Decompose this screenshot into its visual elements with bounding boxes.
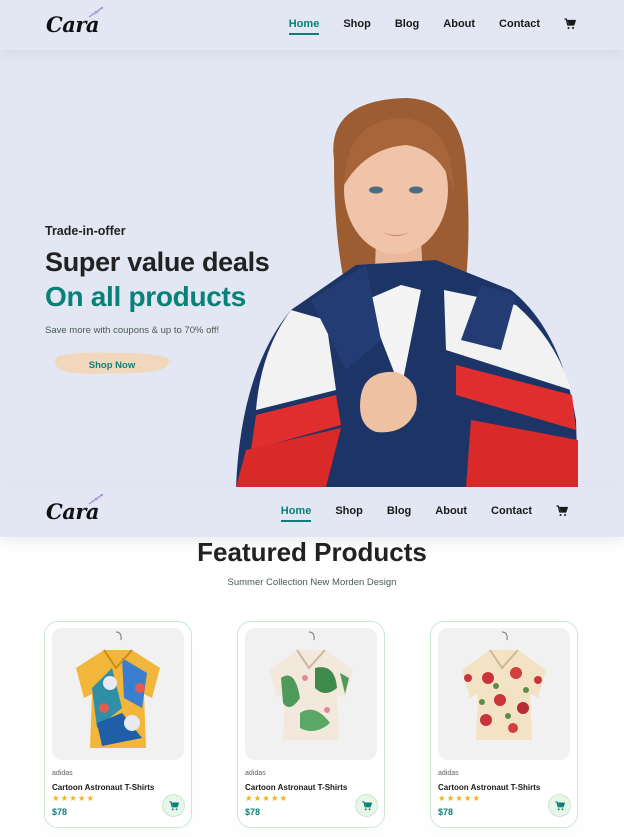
featured-title: Featured Products <box>197 537 427 567</box>
star-rating-icon: ★★★★★ <box>52 793 96 803</box>
product-price: $78 <box>52 807 68 817</box>
logo-sticky[interactable]: Cara <box>46 493 104 524</box>
add-to-cart-button[interactable] <box>548 794 571 817</box>
shop-now-label: Shop Now <box>88 359 136 371</box>
featured-subtitle: Summer Collection New Morden Design <box>227 577 397 588</box>
nav-item-blog[interactable]: Blog <box>395 18 419 30</box>
hero-section: Trade-in-offer Super value deals On all … <box>0 50 624 487</box>
product-name: Cartoon Astronaut T-Shirts <box>245 783 348 792</box>
add-to-cart-button[interactable] <box>162 794 185 817</box>
nav-item-about[interactable]: About <box>435 505 467 517</box>
shopping-cart-icon <box>168 800 179 810</box>
nav-item-contact[interactable]: Contact <box>491 505 532 517</box>
product-name: Cartoon Astronaut T-Shirts <box>52 783 155 792</box>
hero-kicker: Trade-in-offer <box>45 224 126 238</box>
shopping-cart-icon <box>361 800 372 810</box>
star-rating-icon: ★★★★★ <box>245 793 289 803</box>
shopping-cart-icon <box>554 800 565 810</box>
sticky-header: Cara Home Shop Blog About Contact <box>0 487 624 537</box>
nav-item-home[interactable]: Home <box>280 505 311 522</box>
product-card[interactable]: adidas Cartoon Astronaut T-Shirts ★★★★★ … <box>44 621 192 828</box>
product-brand: adidas <box>245 770 266 777</box>
product-image <box>245 628 377 760</box>
lavender-icon <box>88 493 104 505</box>
nav-item-about[interactable]: About <box>443 18 475 30</box>
shirt-icon <box>76 631 160 748</box>
product-brand: adidas <box>438 770 459 777</box>
nav-item-blog[interactable]: Blog <box>387 505 411 517</box>
shirt-icon <box>269 631 353 740</box>
main-nav: Home Shop Blog About Contact <box>265 18 576 35</box>
nav-item-shop[interactable]: Shop <box>343 18 371 30</box>
hero-subtext: Save more with coupons & up to 70% off! <box>45 325 220 336</box>
add-to-cart-button[interactable] <box>355 794 378 817</box>
header: Cara Home Shop Blog About Contact <box>0 0 624 50</box>
nav-item-home[interactable]: Home <box>288 18 319 35</box>
nav-item-contact[interactable]: Contact <box>499 18 540 30</box>
product-card[interactable]: adidas Cartoon Astronaut T-Shirts ★★★★★ … <box>430 621 578 828</box>
product-card[interactable]: adidas Cartoon Astronaut T-Shirts ★★★★★ … <box>237 621 385 828</box>
product-name: Cartoon Astronaut T-Shirts <box>438 783 541 792</box>
product-price: $78 <box>438 807 454 817</box>
star-rating-icon: ★★★★★ <box>438 793 482 803</box>
shop-now-button[interactable]: Shop Now <box>52 349 172 377</box>
shopping-cart-icon[interactable] <box>556 505 568 517</box>
shopping-cart-icon[interactable] <box>564 18 576 30</box>
shirt-icon <box>462 631 546 740</box>
logo[interactable]: Cara <box>46 6 104 37</box>
hero-model-image <box>236 98 578 487</box>
nav-item-shop[interactable]: Shop <box>335 505 363 517</box>
page: Cara Home Shop Blog About Contact Trade-… <box>0 0 624 837</box>
product-price: $78 <box>245 807 261 817</box>
product-image <box>52 628 184 760</box>
sticky-nav: Home Shop Blog About Contact <box>257 505 568 522</box>
product-brand: adidas <box>52 770 73 777</box>
lavender-icon <box>88 6 104 18</box>
product-image <box>438 628 570 760</box>
